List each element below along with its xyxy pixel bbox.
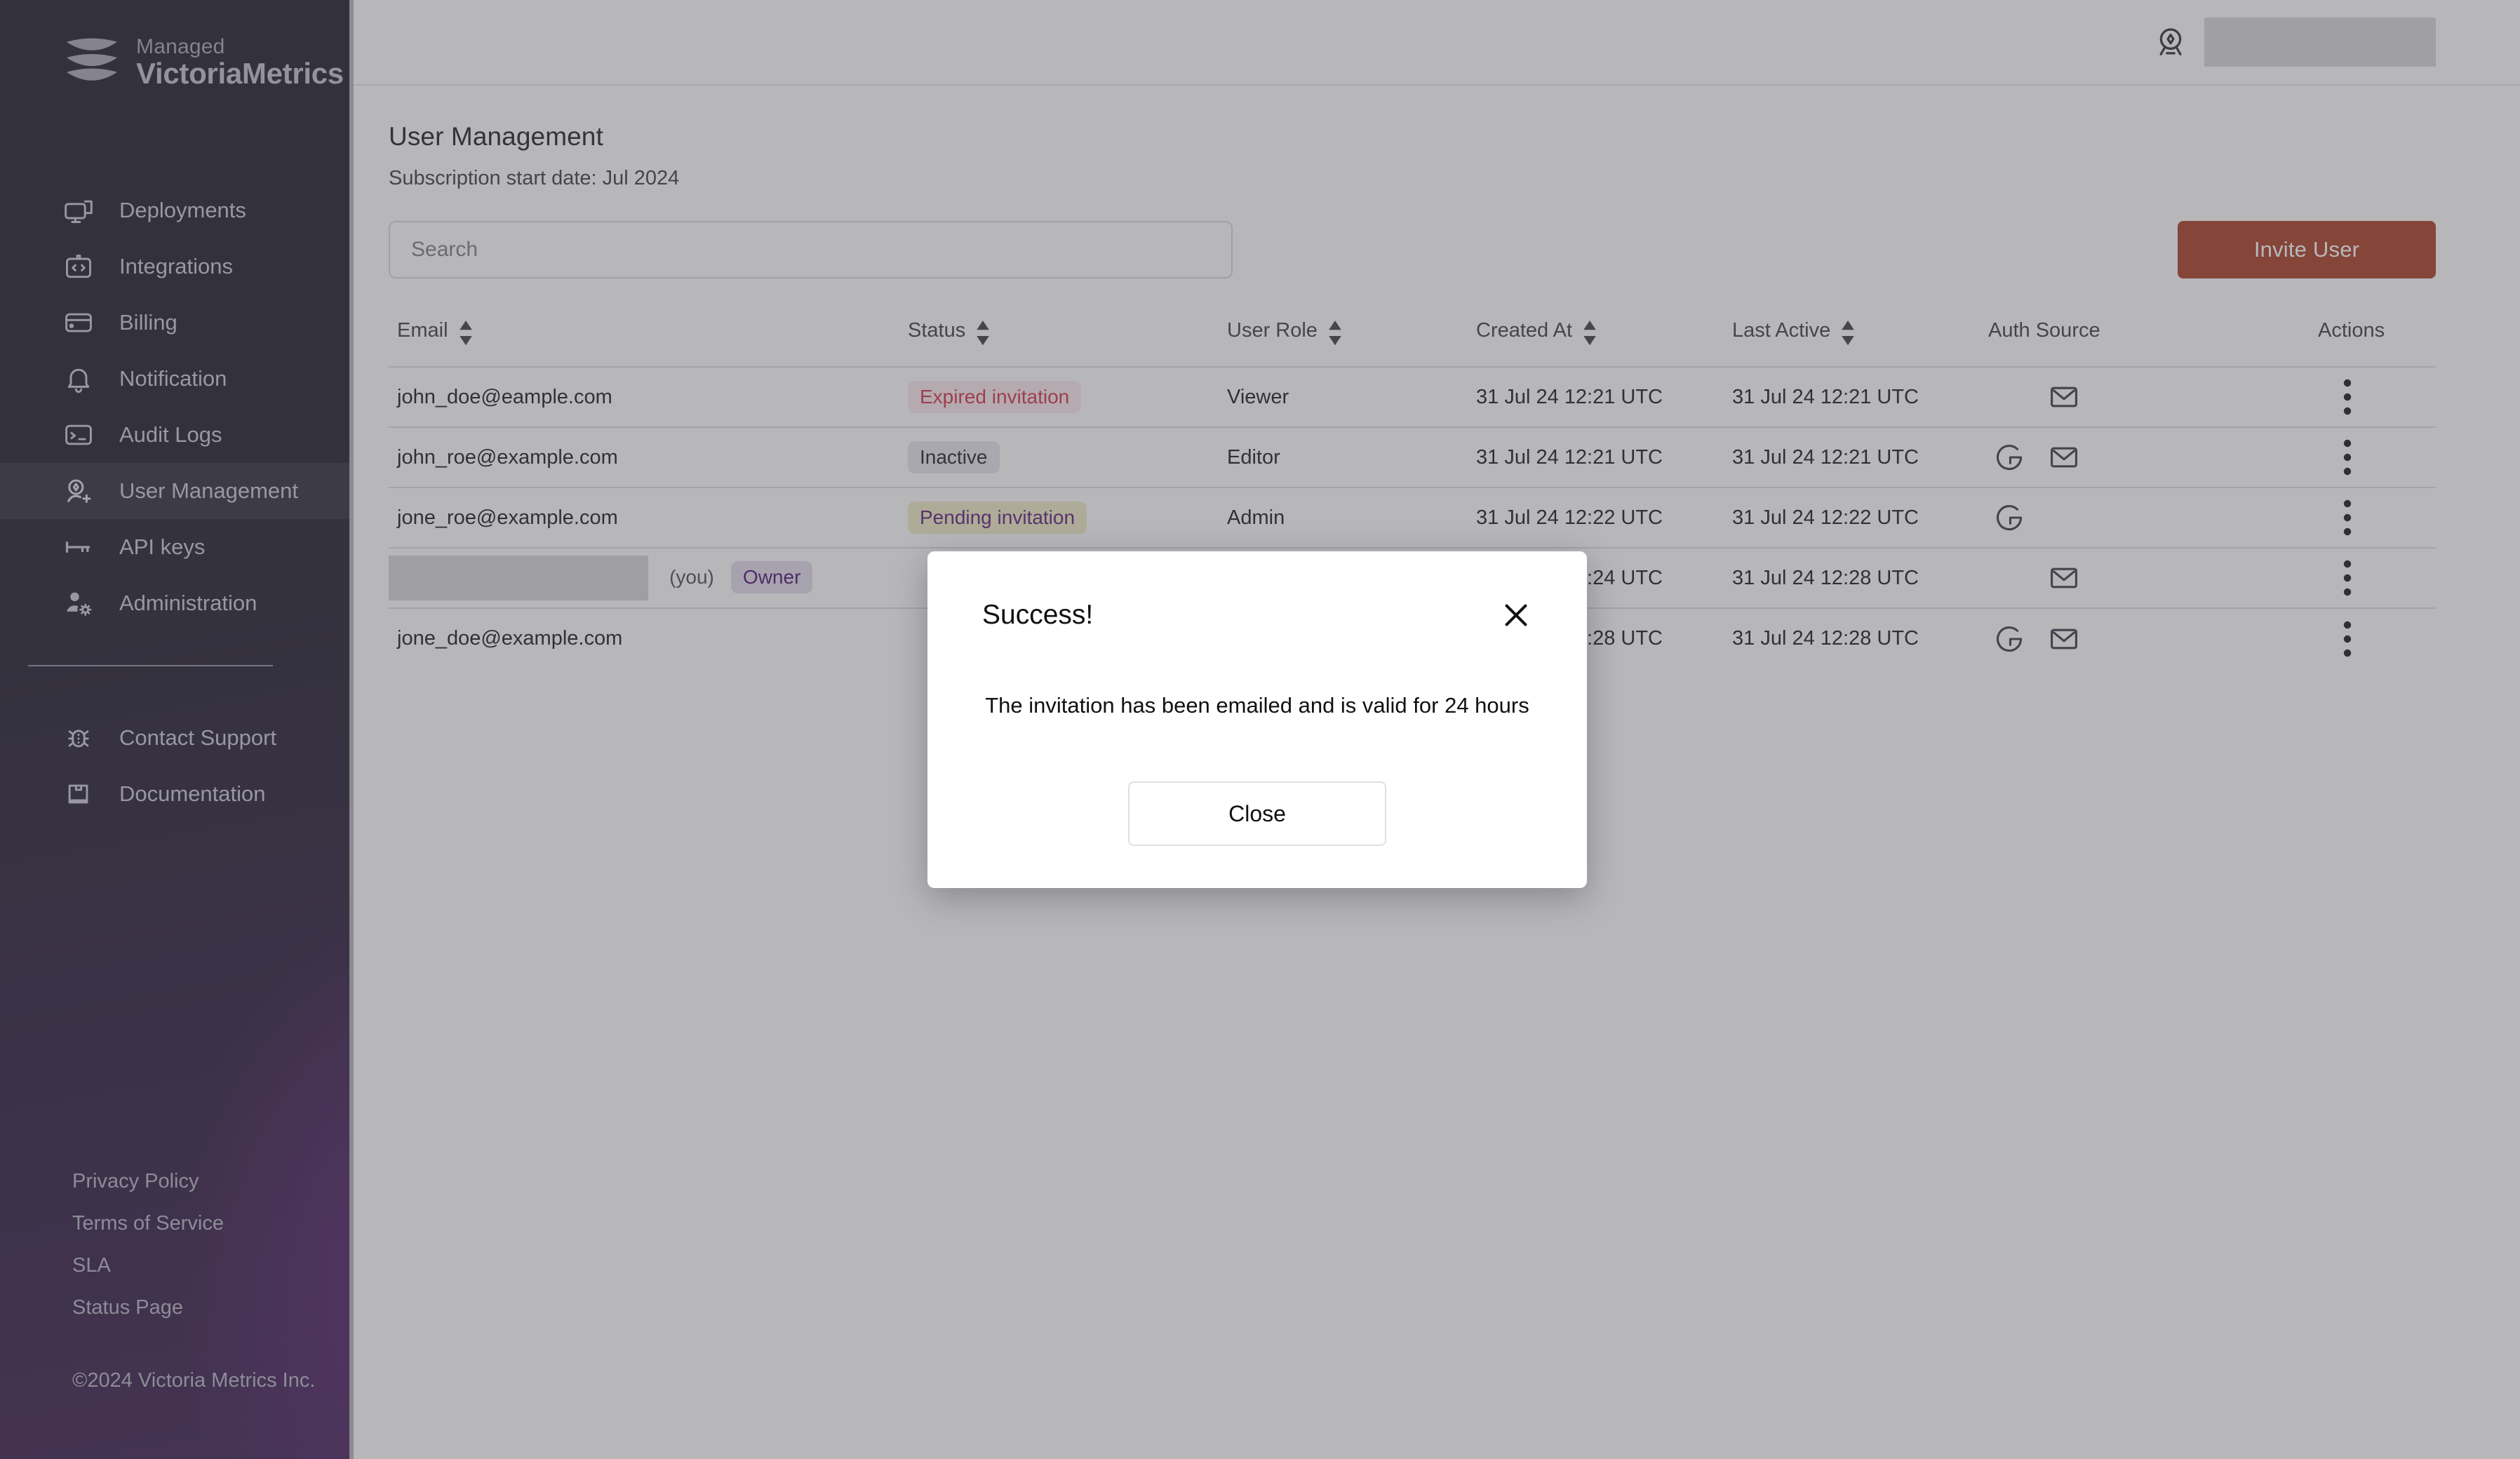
modal-actions: Close xyxy=(982,781,1532,846)
modal-title: Success! xyxy=(982,600,1094,630)
modal-message: The invitation has been emailed and is v… xyxy=(985,693,1529,718)
success-modal: Success! The invitation has been emailed… xyxy=(927,551,1587,888)
close-icon[interactable] xyxy=(1500,599,1532,631)
modal-header: Success! xyxy=(982,551,1532,631)
modal-close-button[interactable]: Close xyxy=(1128,781,1386,846)
